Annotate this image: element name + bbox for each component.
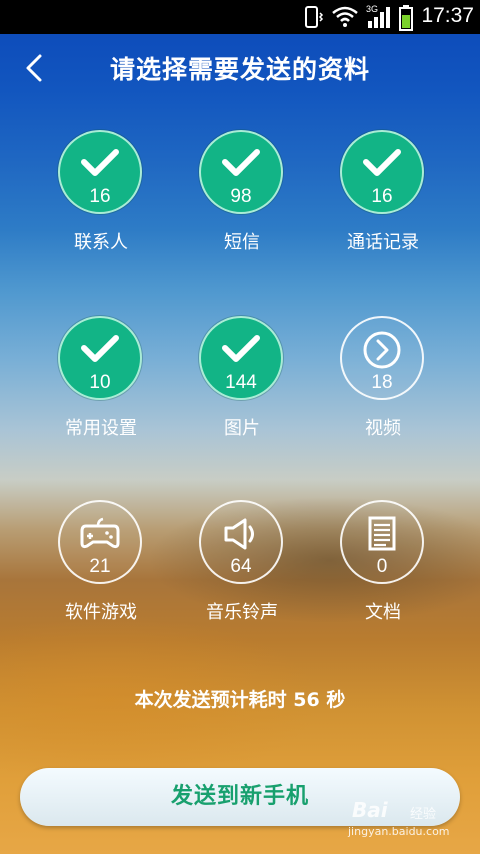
item-label: 音乐铃声 bbox=[206, 602, 278, 623]
item-circle: 16 bbox=[58, 130, 142, 214]
item-count: 21 bbox=[89, 556, 111, 577]
watermark-brand: Bai bbox=[352, 798, 388, 822]
watermark-sub: 经验 bbox=[410, 807, 437, 822]
battery-icon bbox=[399, 5, 413, 31]
item-documents[interactable]: 0 文档 bbox=[313, 500, 453, 650]
send-button-label: 发送到新手机 bbox=[170, 784, 309, 809]
wifi-icon bbox=[332, 6, 358, 27]
item-photos[interactable]: 144 图片 bbox=[172, 316, 312, 466]
estimate-text: 本次发送预计耗时 56 秒 bbox=[134, 689, 346, 711]
item-sms[interactable]: 98 短信 bbox=[172, 130, 312, 280]
item-count: 144 bbox=[225, 372, 257, 393]
item-label: 视频 bbox=[365, 418, 401, 439]
header: 请选择需要发送的资料 bbox=[0, 34, 480, 100]
item-count: 18 bbox=[371, 372, 393, 393]
item-count: 64 bbox=[230, 556, 252, 577]
status-bar: 3G 17:37 bbox=[0, 0, 480, 34]
signal-icon bbox=[368, 7, 390, 28]
item-label: 联系人 bbox=[74, 232, 128, 253]
item-call-log[interactable]: 16 通话记录 bbox=[313, 130, 453, 280]
item-count: 16 bbox=[89, 186, 111, 207]
item-count: 16 bbox=[371, 186, 393, 207]
item-circle: 98 bbox=[199, 130, 283, 214]
item-label: 图片 bbox=[224, 418, 260, 439]
item-circle: 16 bbox=[340, 130, 424, 214]
item-label: 通话记录 bbox=[347, 232, 419, 253]
item-circle: 0 bbox=[340, 500, 424, 584]
item-count: 10 bbox=[89, 372, 111, 393]
item-label: 常用设置 bbox=[65, 418, 137, 439]
item-count: 98 bbox=[230, 186, 252, 207]
watermark-url: jingyan.baidu.com bbox=[348, 825, 450, 838]
page-title: 请选择需要发送的资料 bbox=[109, 55, 370, 84]
item-circle: 64 bbox=[199, 500, 283, 584]
item-apps-games[interactable]: 21 软件游戏 bbox=[31, 500, 171, 650]
item-circle: 21 bbox=[58, 500, 142, 584]
item-label: 软件游戏 bbox=[65, 602, 137, 623]
item-circle: 144 bbox=[199, 316, 283, 400]
item-contacts[interactable]: 16 联系人 bbox=[31, 130, 171, 280]
item-videos[interactable]: 18 视频 bbox=[313, 316, 453, 466]
item-label: 文档 bbox=[365, 602, 401, 623]
item-circle: 18 bbox=[340, 316, 424, 400]
clock-time: 17:37 bbox=[421, 4, 474, 27]
item-settings[interactable]: 10 常用设置 bbox=[31, 316, 171, 466]
item-count: 0 bbox=[376, 556, 388, 577]
baidu-watermark: Bai 经验 jingyan.baidu.com bbox=[348, 798, 452, 848]
item-music-ringtones[interactable]: 64 音乐铃声 bbox=[172, 500, 312, 650]
item-circle: 10 bbox=[58, 316, 142, 400]
vibrate-icon bbox=[305, 6, 324, 28]
item-label: 短信 bbox=[224, 232, 260, 253]
